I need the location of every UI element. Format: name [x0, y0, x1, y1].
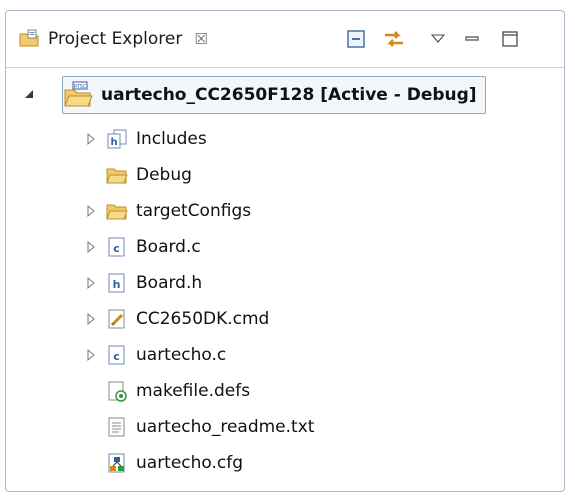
collapse-all-icon — [347, 30, 365, 48]
svg-text:h: h — [110, 137, 117, 148]
expand-arrow-icon[interactable] — [84, 348, 98, 362]
tree-item-cc2650dk-cmd[interactable]: CC2650DK.cmd — [106, 301, 269, 337]
folder-icon — [106, 164, 128, 186]
c-source-file-icon: c — [106, 236, 128, 258]
tree-item-debug[interactable]: Debug — [106, 157, 192, 193]
expand-arrow-icon[interactable] — [84, 312, 98, 326]
tree-item-readme-txt[interactable]: uartecho_readme.txt — [106, 409, 314, 445]
item-label: uartecho.cfg — [136, 453, 244, 473]
project-label: uartecho_CC2650F128 [Active - Debug] — [101, 85, 477, 105]
item-label: targetConfigs — [136, 201, 252, 221]
maximize-button[interactable] — [495, 25, 525, 53]
c-header-file-icon: h — [106, 272, 128, 294]
tab-title: Project Explorer — [48, 29, 183, 49]
view-toolbar — [341, 25, 525, 53]
includes-icon: h — [106, 128, 128, 150]
link-with-editor-icon — [385, 31, 403, 47]
item-label: Debug — [136, 165, 192, 185]
project-explorer-icon — [18, 28, 40, 50]
item-label: Includes — [136, 129, 207, 149]
svg-text:c: c — [113, 242, 120, 255]
tree-item-board-h[interactable]: h Board.h — [106, 265, 202, 301]
svg-text:c: c — [113, 350, 120, 363]
tree-item-project[interactable]: RTSC uartecho_CC2650F128 [Active - Debug… — [62, 76, 486, 114]
item-label: Board.c — [136, 237, 201, 257]
folder-icon — [106, 200, 128, 222]
tree-item-uartecho-c[interactable]: c uartecho.c — [106, 337, 226, 373]
item-label: Board.h — [136, 273, 203, 293]
maximize-icon — [502, 31, 518, 47]
tree-item-board-c[interactable]: c Board.c — [106, 229, 201, 265]
text-file-icon — [106, 416, 128, 438]
tree-item-makefile-defs[interactable]: makefile.defs — [106, 373, 250, 409]
linker-command-file-icon — [106, 308, 128, 330]
tab-project-explorer[interactable]: Project Explorer ☒ — [18, 23, 208, 55]
expand-arrow-icon[interactable] — [84, 204, 98, 218]
makefile-icon — [106, 380, 128, 402]
expand-arrow-icon[interactable] — [84, 240, 98, 254]
rtsc-config-file-icon — [106, 452, 128, 474]
minimize-icon — [465, 36, 479, 41]
view-menu-icon — [431, 34, 445, 43]
view-menu-button[interactable] — [423, 25, 453, 53]
item-label: uartecho.c — [136, 345, 227, 365]
item-label: makefile.defs — [136, 381, 251, 401]
tree-item-includes[interactable]: h Includes — [106, 121, 207, 157]
tree-item-uartecho-cfg[interactable]: uartecho.cfg — [106, 445, 243, 481]
item-label: uartecho_readme.txt — [136, 417, 315, 437]
link-with-editor-button[interactable] — [379, 25, 409, 53]
rtsc-badge: RTSC — [74, 84, 87, 90]
collapse-all-button[interactable] — [341, 25, 371, 53]
view-tab-bar: Project Explorer ☒ — [6, 11, 564, 68]
item-label: CC2650DK.cmd — [136, 309, 270, 329]
rtsc-project-folder-icon: RTSC — [63, 80, 93, 110]
svg-text:h: h — [113, 278, 121, 291]
expand-arrow-icon[interactable] — [84, 132, 98, 146]
close-icon[interactable]: ☒ — [194, 30, 207, 48]
project-explorer-view: Project Explorer ☒ RTSC uartecho_CC2650F… — [5, 10, 565, 492]
collapse-arrow-icon[interactable] — [22, 87, 36, 101]
tree-item-targetconfigs[interactable]: targetConfigs — [106, 193, 251, 229]
minimize-button[interactable] — [457, 25, 487, 53]
c-source-file-icon: c — [106, 344, 128, 366]
expand-arrow-icon[interactable] — [84, 276, 98, 290]
